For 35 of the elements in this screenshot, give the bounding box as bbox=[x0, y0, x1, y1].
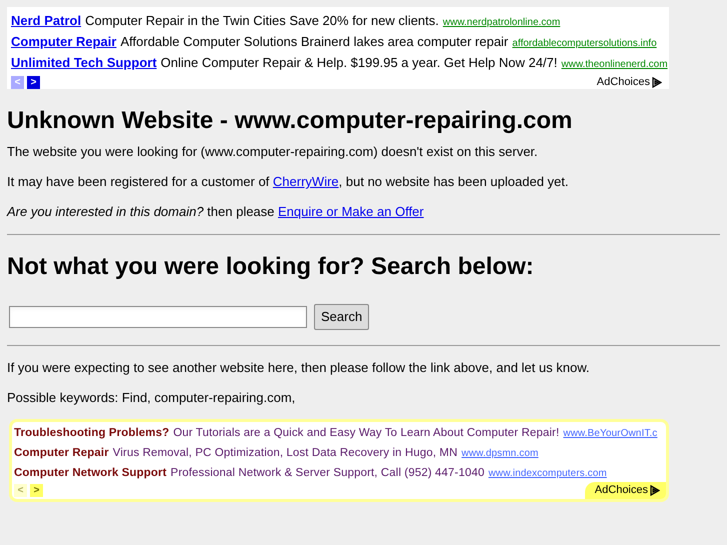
paragraph: If you were expecting to see another website here, then please follow the link above, and let us know. bbox=[7, 360, 590, 376]
next-button[interactable]: > bbox=[30, 484, 43, 497]
ad-title-link[interactable]: Computer Repair bbox=[11, 31, 116, 52]
ad-url-link[interactable]: www.theonlinenerd.com bbox=[561, 54, 668, 75]
ad-title-link[interactable]: Unlimited Tech Support bbox=[11, 52, 157, 73]
ad-text: Online Computer Repair & Help. $199.95 a year. Get Help Now 24/7! bbox=[160, 54, 558, 72]
text-link[interactable]: Enquire or Make an Offer bbox=[278, 204, 424, 219]
ad-title-link[interactable]: Computer Repair bbox=[14, 443, 109, 463]
ad-url-link[interactable]: www.dpsmn.com bbox=[462, 444, 538, 464]
page-heading: Unknown Website - www.computer-repairing.com bbox=[7, 106, 574, 136]
paragraph: The website you were looking for (www.computer-repairing.com) doesn't exist on this server. bbox=[7, 144, 539, 160]
ad-text: Computer Repair in the Twin Cities Save 20% for new clients. bbox=[85, 12, 439, 30]
ad-url-link[interactable]: www.nerdpatrolonline.com bbox=[442, 12, 560, 33]
ad-title-link[interactable]: Computer Network Support bbox=[14, 463, 167, 483]
ad-title-link[interactable]: Nerd Patrol bbox=[11, 10, 82, 31]
ad-url-link[interactable]: www.BeYourOwnIT.c bbox=[563, 424, 658, 444]
adchoices-link[interactable]: AdChoices bbox=[584, 482, 666, 499]
search-heading: Not what you were looking for? Search below: bbox=[7, 252, 535, 282]
adchoices-link[interactable]: AdChoices bbox=[596, 74, 662, 90]
ad-text: Our Tutorials are a Quick and Easy Way To Learn About Computer Repair! bbox=[173, 426, 560, 441]
paragraph: Are you interested in this domain? then please Enquire or Make an Offer bbox=[7, 204, 425, 220]
next-button[interactable]: > bbox=[27, 76, 40, 89]
adchoices-icon bbox=[652, 76, 662, 88]
ad-text: Virus Removal, PC Optimization, Lost Data Recovery in Hugo, MN bbox=[112, 446, 458, 461]
ad-title-link[interactable]: Troubleshooting Problems? bbox=[14, 423, 170, 443]
adchoices-icon bbox=[650, 485, 660, 496]
ad-url-link[interactable]: affordablecomputersolutions.info bbox=[512, 33, 657, 54]
text-link[interactable]: CherryWire bbox=[272, 174, 339, 189]
ad-text: Affordable Computer Solutions Brainerd lakes area computer repair bbox=[120, 33, 508, 51]
search-field[interactable] bbox=[9, 306, 307, 328]
paragraph: It may have been registered for a customer of CherryWire, but no website has been uploaded yet. bbox=[7, 174, 570, 190]
ad-url-link[interactable]: www.indexcomputers.com bbox=[488, 464, 607, 484]
paragraph: Possible keywords: Find, computer-repairing.com, bbox=[7, 390, 296, 406]
ad-text: Professional Network & Server Support, Call (952) 447-1040 bbox=[170, 466, 484, 481]
search-button[interactable]: Search bbox=[314, 304, 370, 330]
